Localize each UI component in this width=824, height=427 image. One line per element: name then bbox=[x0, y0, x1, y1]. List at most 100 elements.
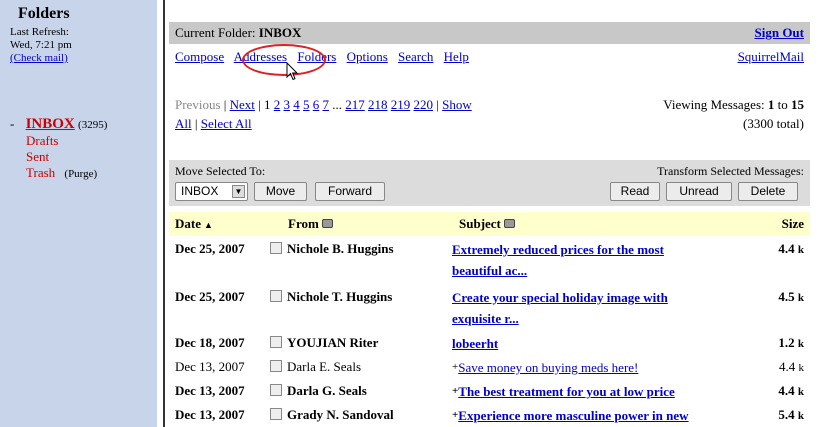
unread-button[interactable]: Unread bbox=[666, 182, 732, 201]
table-row[interactable]: Dec 25, 2007 Nichole T. Huggins Create you… bbox=[169, 286, 810, 330]
sign-out-link[interactable]: Sign Out bbox=[755, 25, 805, 41]
squirrelmail-link[interactable]: SquirrelMail bbox=[738, 49, 804, 65]
sort-icon[interactable] bbox=[321, 219, 333, 228]
row-checkbox[interactable] bbox=[270, 384, 282, 396]
row-size-value: 5.4 bbox=[778, 407, 795, 422]
row-size: 4.4 k bbox=[778, 241, 804, 257]
current-folder-bar: Current Folder: INBOX Sign Out bbox=[169, 22, 810, 44]
page-link[interactable]: 4 bbox=[293, 97, 300, 112]
page-link[interactable]: 7 bbox=[323, 97, 330, 112]
page-ellipsis: ... bbox=[332, 97, 342, 112]
page-link[interactable]: 220 bbox=[414, 97, 434, 112]
select-all-link[interactable]: Select All bbox=[201, 116, 252, 131]
col-date-header[interactable]: Date ▲ bbox=[175, 216, 213, 232]
page-link[interactable]: 218 bbox=[368, 97, 388, 112]
subject-link[interactable]: beautiful ac... bbox=[452, 263, 527, 278]
row-size-unit: k bbox=[797, 410, 804, 422]
move-button[interactable]: Move bbox=[254, 182, 307, 201]
subject-link[interactable]: Create your special holiday image with bbox=[452, 290, 668, 305]
table-row[interactable]: Dec 25, 2007 Nichole B. Huggins Extremely … bbox=[169, 238, 810, 282]
last-refresh-time: Wed, 7:21 pm bbox=[10, 39, 72, 51]
subject-link[interactable]: The best treatment for you at low price bbox=[458, 384, 675, 399]
page-links: Previous | Next | 1 2 3 4 5 6 7 ... 217 … bbox=[175, 97, 472, 131]
paging-bar: Previous | Next | 1 2 3 4 5 6 7 ... 217 … bbox=[169, 90, 810, 138]
subject-link[interactable]: Extremely reduced prices for the most bbox=[452, 242, 664, 257]
chevron-down-icon[interactable]: ▼ bbox=[232, 185, 245, 198]
show-all-link-2[interactable]: All bbox=[175, 116, 192, 131]
sort-up-icon[interactable]: ▲ bbox=[204, 220, 213, 230]
row-date: Dec 13, 2007 bbox=[175, 407, 245, 422]
subject-link[interactable]: Experience more masculine power in new bbox=[458, 408, 688, 423]
page-link[interactable]: 6 bbox=[313, 97, 320, 112]
subject-link[interactable]: Save money on buying meds here! bbox=[458, 360, 638, 375]
folder-drafts[interactable]: Drafts bbox=[26, 133, 59, 148]
subject-link[interactable]: exquisite r... bbox=[452, 311, 519, 326]
menu-options[interactable]: Options bbox=[347, 49, 388, 64]
folder-tree: - INBOX (3295) Drafts Sent Trash (Purge) bbox=[10, 116, 107, 182]
next-link[interactable]: Next bbox=[230, 97, 255, 112]
row-from: Nichole B. Huggins bbox=[287, 241, 394, 256]
page-link[interactable]: 2 bbox=[274, 97, 281, 112]
row-checkbox[interactable] bbox=[270, 408, 282, 420]
check-mail-link[interactable]: (Check mail) bbox=[10, 52, 68, 64]
row-from: Grady N. Sandoval bbox=[287, 407, 394, 422]
viewing-prefix: Viewing Messages: bbox=[663, 97, 765, 112]
row-from: Darla G. Seals bbox=[287, 383, 367, 398]
row-checkbox[interactable] bbox=[270, 360, 282, 372]
current-page: 1 bbox=[264, 97, 271, 112]
mouse-cursor-icon bbox=[286, 62, 299, 81]
delete-button[interactable]: Delete bbox=[738, 182, 798, 201]
folder-inbox[interactable]: INBOX bbox=[26, 116, 75, 132]
purge-link[interactable]: (Purge) bbox=[64, 168, 97, 180]
table-row[interactable]: Dec 18, 2007 YOUJIAN Riter lobeerht 1.2 k bbox=[169, 332, 810, 354]
menu-compose[interactable]: Compose bbox=[175, 49, 224, 64]
row-size: 4.4 k bbox=[778, 383, 804, 399]
folder-sent[interactable]: Sent bbox=[26, 149, 49, 164]
tree-bullet: - bbox=[10, 116, 15, 131]
row-size-value: 4.4 bbox=[778, 383, 795, 398]
table-row[interactable]: Dec 13, 2007 Grady N. Sandoval +Experience… bbox=[169, 404, 810, 426]
row-size-value: 4.4 bbox=[778, 241, 795, 256]
action-bar: Move Selected To: Transform Selected Mes… bbox=[169, 160, 810, 206]
table-header: Date ▲ From Subject Size bbox=[169, 212, 810, 236]
col-subject-header: Subject bbox=[459, 216, 515, 232]
page-link[interactable]: 217 bbox=[345, 97, 365, 112]
folder-select[interactable]: INBOX ▼ bbox=[175, 182, 248, 201]
frame-divider[interactable] bbox=[157, 0, 165, 427]
page-link[interactable]: 219 bbox=[391, 97, 411, 112]
row-size: 5.4 k bbox=[778, 407, 804, 423]
viewing-from: 1 bbox=[767, 97, 775, 112]
menu-search[interactable]: Search bbox=[398, 49, 433, 64]
sort-icon[interactable] bbox=[503, 219, 515, 228]
col-from-label: From bbox=[288, 216, 319, 231]
row-date: Dec 13, 2007 bbox=[175, 359, 245, 374]
row-checkbox[interactable] bbox=[270, 336, 282, 348]
col-size-header: Size bbox=[781, 216, 804, 231]
row-size-value: 4.4 bbox=[779, 359, 796, 374]
col-from-header: From bbox=[288, 216, 333, 232]
inbox-count: (3295) bbox=[78, 119, 108, 131]
row-checkbox[interactable] bbox=[270, 242, 282, 254]
row-checkbox[interactable] bbox=[270, 290, 282, 302]
subject-link[interactable]: lobeerht bbox=[452, 336, 498, 351]
row-size-unit: k bbox=[797, 386, 804, 398]
show-all-link[interactable]: Show bbox=[442, 97, 472, 112]
previous-link: Previous bbox=[175, 97, 221, 112]
viewing-to-word: to bbox=[777, 97, 788, 112]
table-row[interactable]: Dec 13, 2007 Darla G. Seals +The best trea… bbox=[169, 380, 810, 402]
row-size-unit: k bbox=[797, 244, 804, 256]
row-size: 4.4 k bbox=[779, 359, 804, 375]
current-folder-name: INBOX bbox=[258, 25, 302, 40]
folder-pane: Folders Last Refresh: Wed, 7:21 pm (Chec… bbox=[0, 0, 157, 427]
page-link[interactable]: 5 bbox=[303, 97, 310, 112]
row-size-unit: k bbox=[797, 292, 804, 304]
table-row[interactable]: Dec 13, 2007 Darla E. Seals +Save money on… bbox=[169, 356, 810, 378]
menu-help[interactable]: Help bbox=[444, 49, 469, 64]
folder-trash[interactable]: Trash bbox=[26, 165, 55, 180]
read-button[interactable]: Read bbox=[610, 182, 660, 201]
page-link[interactable]: 3 bbox=[284, 97, 291, 112]
forward-button[interactable]: Forward bbox=[315, 182, 385, 201]
col-date-label: Date bbox=[175, 216, 201, 231]
move-selected-label: Move Selected To: bbox=[175, 164, 266, 178]
highlight-oval bbox=[242, 44, 326, 76]
